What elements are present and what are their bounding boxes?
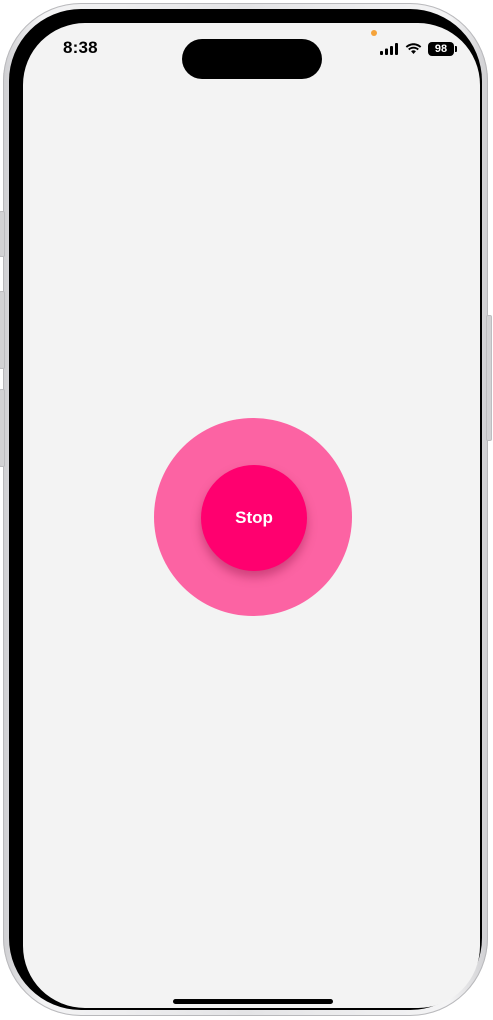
screen: 8:38 98 Stop	[23, 23, 480, 1008]
home-indicator[interactable]	[173, 999, 333, 1004]
action-button	[0, 211, 5, 257]
status-bar: 8:38 98	[23, 23, 480, 79]
iphone-frame: 8:38 98 Stop	[0, 3, 492, 1016]
dynamic-island	[182, 39, 322, 79]
battery-icon: 98	[428, 42, 457, 56]
volume-down-button	[0, 389, 5, 467]
status-time: 8:38	[63, 38, 98, 57]
device-bezel: 8:38 98 Stop	[9, 9, 482, 1010]
stop-button[interactable]: Stop	[201, 465, 307, 571]
privacy-indicator-dot	[371, 30, 377, 36]
status-icons: 98	[380, 41, 457, 57]
power-button	[486, 315, 492, 441]
volume-up-button	[0, 291, 5, 369]
wifi-icon	[405, 43, 422, 54]
cellular-signal-icon	[380, 43, 398, 55]
